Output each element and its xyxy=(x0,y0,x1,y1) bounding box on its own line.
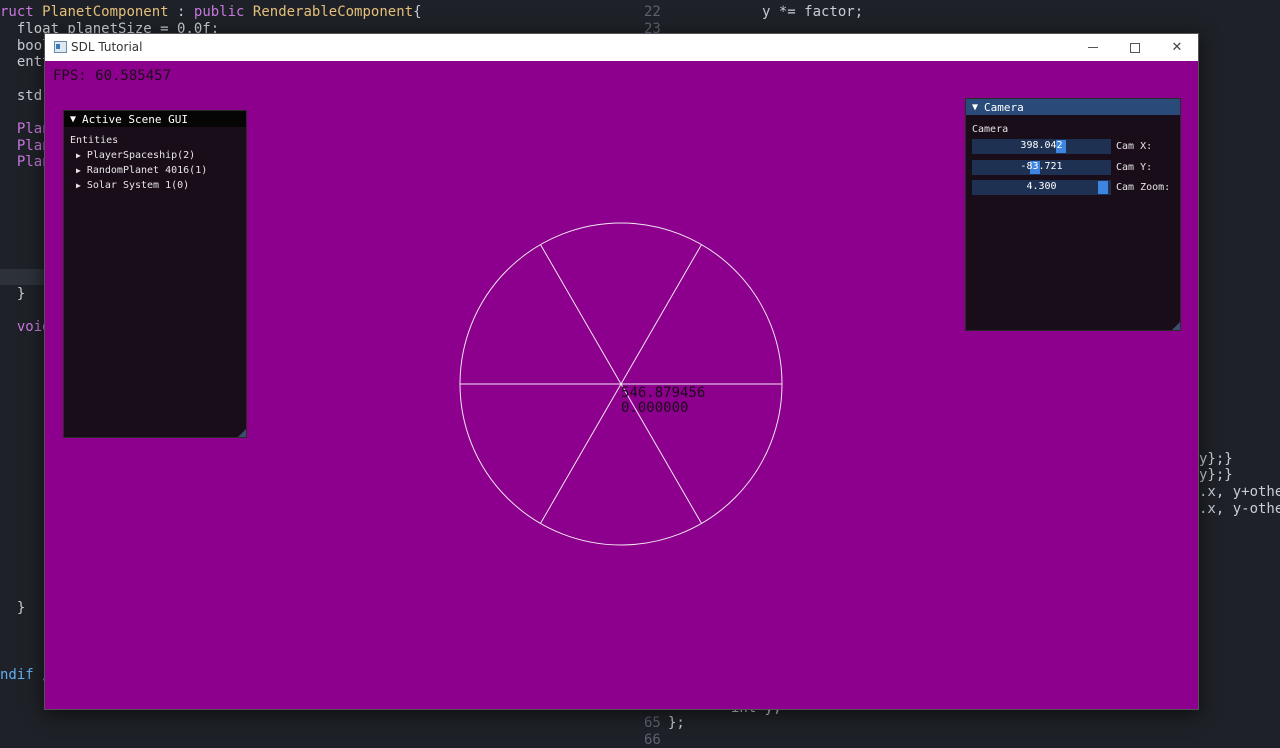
expand-arrow-icon: ▶ xyxy=(76,181,81,190)
close-icon: ✕ xyxy=(1171,40,1183,55)
collapse-arrow-icon[interactable]: ▼ xyxy=(972,102,978,113)
code-line: y};} xyxy=(1199,451,1233,467)
panel-title: Active Scene GUI xyxy=(82,112,188,126)
entity-label: RandomPlanet 4016(1) xyxy=(86,165,208,176)
line-number: 22 xyxy=(644,4,661,20)
cam-zoom-slider[interactable]: 4.300 xyxy=(972,180,1111,195)
slider-value: 398.042 xyxy=(1020,140,1063,151)
cam-zoom-label: Cam Zoom: xyxy=(1116,182,1171,193)
code-line: } xyxy=(0,286,26,302)
code-line: Plan xyxy=(0,154,51,170)
entities-label: Entities xyxy=(70,135,119,146)
planet-value-1: 546.879456 xyxy=(621,385,706,401)
panel-titlebar[interactable]: ▼ Active Scene GUI xyxy=(64,111,246,127)
cam-y-label: Cam Y: xyxy=(1116,162,1153,173)
entity-label: Solar System 1(0) xyxy=(86,180,190,191)
slider-value: -83.721 xyxy=(1020,161,1063,172)
current-line-highlight xyxy=(0,269,45,285)
code-line: y *= factor; xyxy=(762,4,864,20)
camera-section-label: Camera xyxy=(972,124,1009,135)
code-line: ruct PlanetComponent : public Renderable… xyxy=(0,4,422,20)
tree-item-entity[interactable]: ▶ RandomPlanet 4016(1) xyxy=(76,165,207,176)
window-title: SDL Tutorial xyxy=(71,40,143,54)
minimize-button[interactable] xyxy=(1072,34,1114,61)
resize-grip[interactable] xyxy=(238,429,246,437)
code-line: Plan xyxy=(0,138,51,154)
sdl-window: SDL Tutorial ✕ FPS: 60.585457 546.879456… xyxy=(44,33,1199,710)
code-line: .x, y+other xyxy=(1199,484,1280,500)
panel-titlebar[interactable]: ▼ Camera xyxy=(966,99,1180,115)
planet-spoke xyxy=(540,383,622,524)
app-icon xyxy=(54,41,67,53)
maximize-icon xyxy=(1130,42,1140,53)
expand-arrow-icon: ▶ xyxy=(76,151,81,160)
close-button[interactable]: ✕ xyxy=(1156,34,1198,61)
line-number: 65 xyxy=(644,715,661,731)
expand-arrow-icon: ▶ xyxy=(76,166,81,175)
code-line: ndif / xyxy=(0,667,51,683)
active-scene-panel[interactable]: ▼ Active Scene GUI Entities ▶ PlayerSpace… xyxy=(63,110,247,438)
code-line: bool xyxy=(0,38,51,54)
planet-value-2: 0.000000 xyxy=(621,400,689,416)
line-number: 66 xyxy=(644,732,661,748)
code-line: std: xyxy=(0,88,51,104)
window-titlebar[interactable]: SDL Tutorial ✕ xyxy=(45,34,1198,61)
camera-panel[interactable]: ▼ Camera Camera 398.042 Cam X: -83.721 C… xyxy=(965,98,1181,331)
collapse-arrow-icon[interactable]: ▼ xyxy=(70,114,76,125)
code-line: } xyxy=(0,600,26,616)
cam-x-slider[interactable]: 398.042 xyxy=(972,139,1111,154)
panel-title: Camera xyxy=(984,100,1024,114)
tree-item-entity[interactable]: ▶ PlayerSpaceship(2) xyxy=(76,150,195,161)
planet-spoke xyxy=(620,244,702,385)
planet-spoke xyxy=(540,244,622,385)
entity-label: PlayerSpaceship(2) xyxy=(86,150,196,161)
code-line: Plan xyxy=(0,121,51,137)
cam-y-slider[interactable]: -83.721 xyxy=(972,160,1111,175)
resize-grip[interactable] xyxy=(1172,322,1180,330)
code-line: void xyxy=(0,319,51,335)
code-line: }; xyxy=(668,715,685,731)
planet xyxy=(459,222,783,546)
cam-x-label: Cam X: xyxy=(1116,141,1153,152)
code-line: .x, y-other xyxy=(1199,501,1280,517)
maximize-button[interactable] xyxy=(1114,34,1156,61)
code-line: entt xyxy=(0,54,51,70)
code-line: y};} xyxy=(1199,467,1233,483)
tree-item-entity[interactable]: ▶ Solar System 1(0) xyxy=(76,180,189,191)
minimize-icon xyxy=(1088,47,1098,48)
slider-value: 4.300 xyxy=(1026,181,1057,192)
